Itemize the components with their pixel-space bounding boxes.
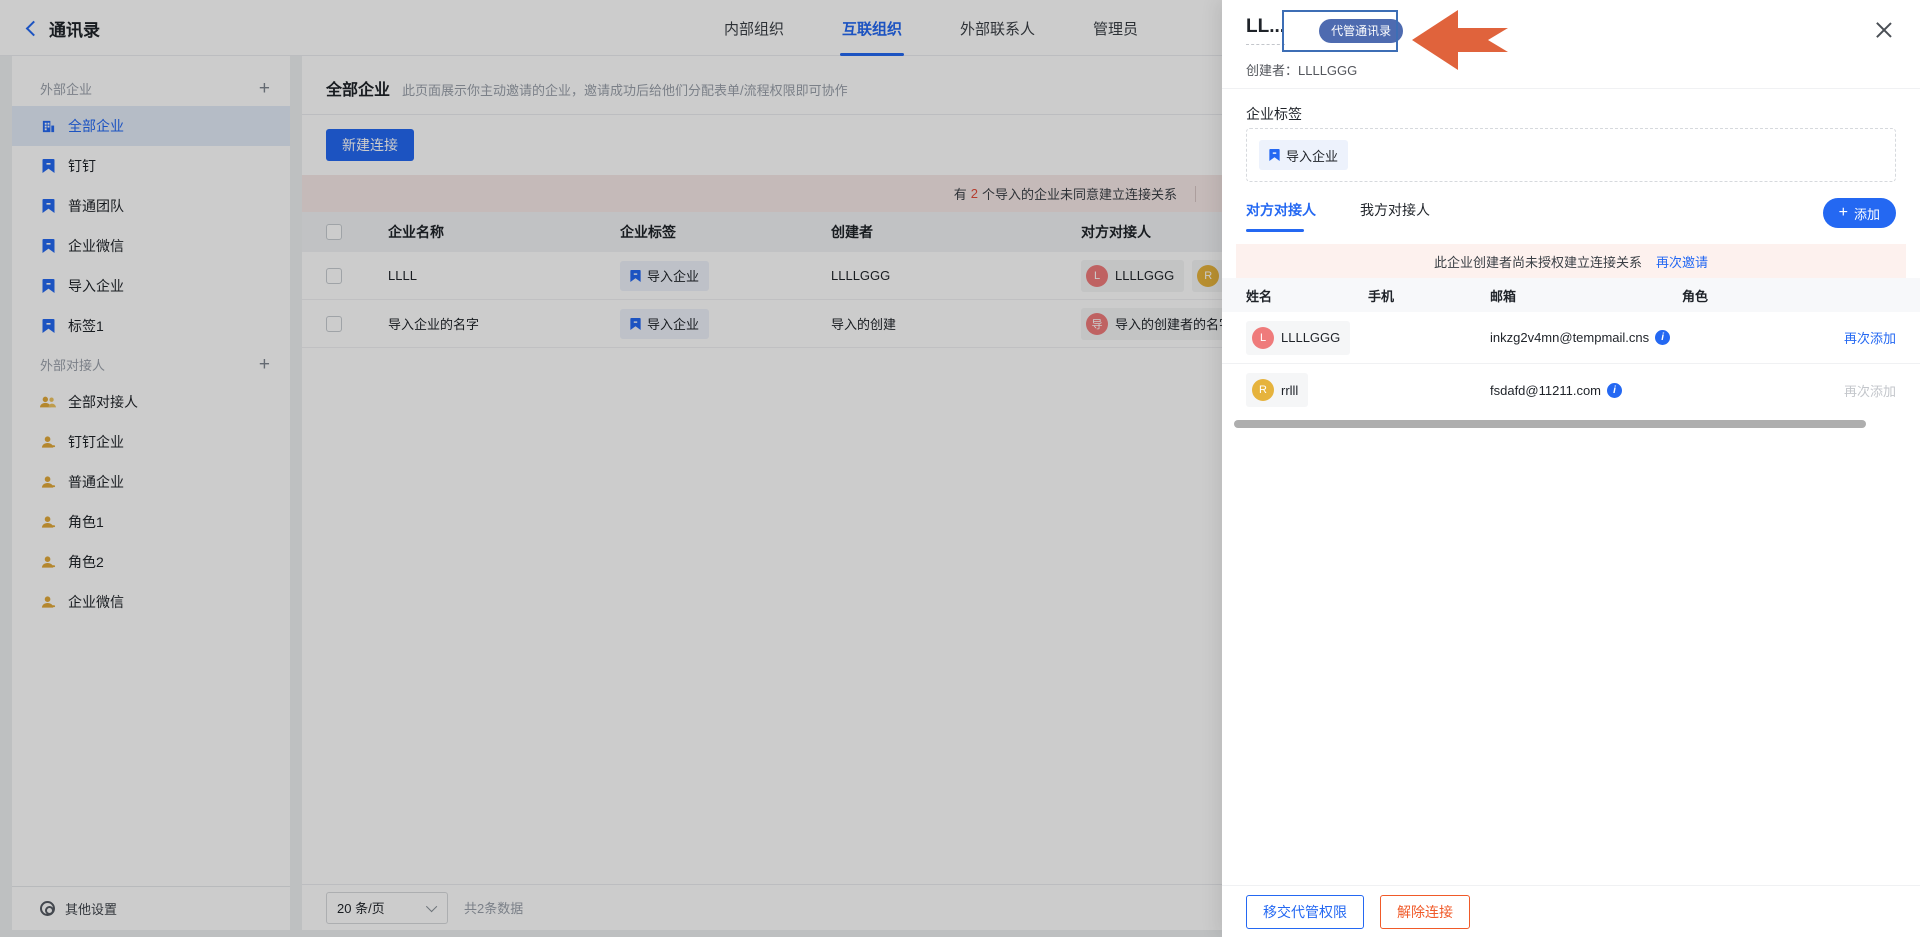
re-add-link-disabled[interactable]: 再次添加 (1832, 381, 1896, 400)
transfer-managed-permission-button[interactable]: 移交代管权限 (1246, 895, 1364, 929)
add-contact-button[interactable]: + 添加 (1823, 198, 1896, 228)
company-tag-box[interactable]: 导入企业 (1246, 128, 1896, 182)
col-phone: 手机 (1368, 286, 1490, 305)
col-email: 邮箱 (1490, 286, 1682, 305)
company-detail-drawer: LL... 代管通讯录 创建者：LLLLGGG 企业标签 导入企业 对方对接人 … (1222, 0, 1920, 937)
member-table-header: 姓名 手机 邮箱 角色 (1222, 278, 1920, 312)
modal-dim-overlay[interactable] (0, 0, 1222, 937)
info-icon[interactable]: i (1655, 330, 1670, 345)
info-icon[interactable]: i (1607, 383, 1622, 398)
drawer-tabs: 对方对接人 我方对接人 (1246, 200, 1430, 232)
member-chip: Rrrlll (1246, 373, 1308, 407)
avatar: R (1252, 379, 1274, 401)
col-name: 姓名 (1246, 286, 1368, 305)
horizontal-scrollbar (1234, 420, 1890, 428)
member-email: fsdafd@11211.com i (1490, 383, 1682, 398)
drawer-footer: 移交代管权限 解除连接 (1222, 885, 1920, 937)
bookmark-icon (1269, 149, 1280, 161)
company-tag-chip: 导入企业 (1259, 140, 1348, 170)
divider (1222, 88, 1920, 89)
disconnect-button[interactable]: 解除连接 (1380, 895, 1470, 929)
drawer-title: LL... (1246, 16, 1285, 45)
app-root: 通讯录 内部组织 互联组织 外部联系人 管理员 外部企业 + 全部企业 钉钉 (0, 0, 1920, 937)
managed-addressbook-badge: 代管通讯录 (1319, 19, 1403, 43)
scrollbar-thumb[interactable] (1234, 420, 1866, 428)
drawer-auth-notice: 此企业创建者尚未授权建立连接关系 再次邀请 (1236, 244, 1906, 278)
reinvite-link[interactable]: 再次邀请 (1656, 252, 1708, 271)
plus-icon: + (1839, 205, 1848, 221)
col-role: 角色 (1682, 286, 1832, 305)
avatar: L (1252, 327, 1274, 349)
re-add-link[interactable]: 再次添加 (1832, 328, 1896, 347)
drawer-creator: 创建者：LLLLGGG (1246, 60, 1357, 79)
member-row[interactable]: Rrrlll fsdafd@11211.com i 再次添加 (1222, 364, 1920, 416)
auth-notice-text: 此企业创建者尚未授权建立连接关系 (1434, 252, 1642, 271)
member-email: inkzg2v4mn@tempmail.cns i (1490, 330, 1682, 345)
tab-counterpart-contacts[interactable]: 对方对接人 (1246, 200, 1316, 232)
company-tag-label: 企业标签 (1246, 104, 1302, 124)
member-chip: LLLLLGGG (1246, 321, 1350, 355)
tab-our-contacts[interactable]: 我方对接人 (1360, 200, 1430, 232)
close-icon[interactable] (1874, 20, 1894, 40)
member-row[interactable]: LLLLLGGG inkzg2v4mn@tempmail.cns i 再次添加 (1222, 312, 1920, 364)
